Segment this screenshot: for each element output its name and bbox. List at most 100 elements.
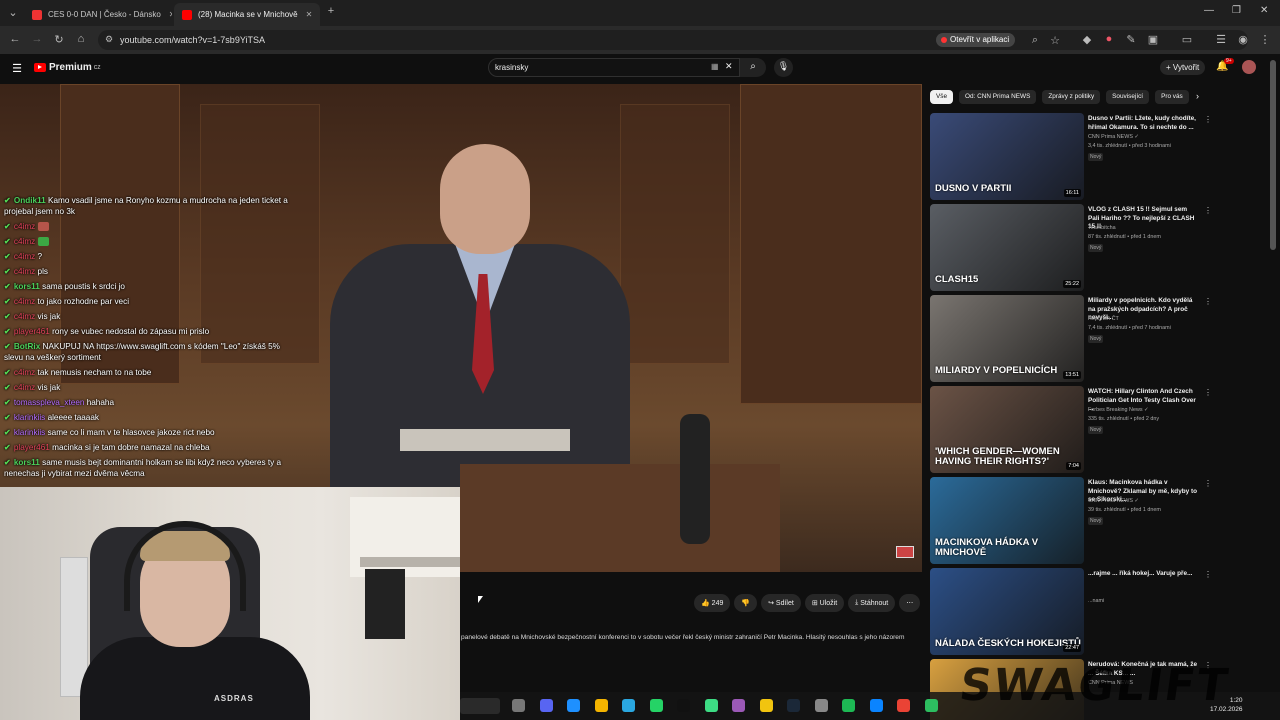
chip-politics[interactable]: Zprávy z politiky	[1042, 90, 1101, 104]
extension-icon[interactable]: ✎	[1124, 33, 1138, 46]
chat-username[interactable]: player461	[14, 327, 50, 336]
taskbar-app-icon[interactable]	[594, 699, 608, 712]
taskbar-app-icon[interactable]	[512, 699, 525, 712]
tab-list-icon[interactable]: ⌄	[6, 6, 20, 19]
dislike-button[interactable]: 👎	[734, 594, 758, 612]
save-button[interactable]: ⊞ Uložit	[804, 594, 845, 612]
taskbar-app-icon[interactable]	[567, 699, 580, 712]
chat-username[interactable]: klarinkiis	[14, 428, 45, 437]
video-thumbnail[interactable]: MILIARDY V POPELNICÍCH 13:51	[930, 295, 1084, 382]
chips-next-icon[interactable]: ›	[1196, 91, 1199, 101]
channel-watermark-icon[interactable]	[896, 546, 914, 558]
like-button[interactable]: 👍 249	[694, 594, 731, 612]
recommended-video[interactable]: 'WHICH GENDER—WOMEN HAVING THEIR RIGHTS?…	[930, 386, 1220, 473]
new-tab-icon[interactable]: +	[324, 5, 338, 17]
zoom-icon[interactable]: ⌕	[1028, 34, 1042, 47]
scrollbar[interactable]	[1270, 60, 1276, 250]
extension-icon[interactable]: ◆	[1080, 33, 1094, 46]
video-thumbnail[interactable]: 'WHICH GENDER—WOMEN HAVING THEIR RIGHTS?…	[930, 386, 1084, 473]
chat-username[interactable]: c4imz	[14, 297, 35, 306]
video-thumbnail[interactable]: MACINKOVA HÁDKA V MNICHOVĚ	[930, 477, 1084, 564]
forward-icon[interactable]: →	[30, 33, 44, 45]
video-description[interactable]: panelové debatě na Mnichovské bezpečnost…	[461, 634, 921, 641]
video-thumbnail[interactable]: DUSNO V PARTII 16:11	[930, 113, 1084, 200]
chat-username[interactable]: BotRix	[14, 342, 40, 351]
video-title[interactable]: Dusno v Partii: Lžete, kudy chodíte, hří…	[1088, 115, 1200, 132]
avatar[interactable]	[1242, 60, 1256, 74]
taskbar-app-icon[interactable]	[869, 699, 883, 712]
channel-name[interactable]: CNN Prima NEWS ✓	[1088, 134, 1139, 140]
taskbar-app-icon[interactable]	[924, 699, 938, 712]
taskbar-app-icon[interactable]	[759, 699, 773, 712]
extensions-puzzle-icon[interactable]: ▣	[1146, 33, 1160, 46]
search-button[interactable]: ⌕	[740, 58, 766, 77]
taskbar-search[interactable]	[460, 698, 500, 714]
chat-username[interactable]: player461	[14, 443, 50, 452]
channel-name[interactable]: Forbes Breaking News ✓	[1088, 407, 1149, 413]
recommended-video[interactable]: MILIARDY V POPELNICÍCH 13:51 Miliardy v po…	[930, 295, 1220, 382]
chat-username[interactable]: Ondik11	[14, 196, 46, 205]
chat-username[interactable]: kors11	[14, 282, 40, 291]
more-options-icon[interactable]: ⋮	[1204, 206, 1212, 215]
youtube-logo[interactable]: Premium CZ	[34, 62, 100, 73]
close-tab-icon[interactable]: ✕	[298, 10, 313, 19]
taskbar-app-icon[interactable]	[732, 699, 745, 712]
clear-search-icon[interactable]: ✕	[725, 61, 733, 72]
more-options-icon[interactable]: ⋮	[1204, 297, 1212, 306]
recommended-video[interactable]: CLASH15 25:22 VLOG z CLASH 15 !! Sejmul se…	[930, 204, 1220, 291]
share-button[interactable]: ↪ Sdílet	[761, 594, 801, 612]
video-thumbnail[interactable]: NÁLADA ČESKÝCH HOKEJISTŮ 22:47	[930, 568, 1084, 655]
taskbar-app-icon[interactable]	[704, 699, 718, 712]
taskbar-app-icon[interactable]	[787, 699, 800, 712]
chat-username[interactable]: c4imz	[14, 222, 35, 231]
more-options-icon[interactable]: ⋮	[1204, 479, 1212, 488]
search-input[interactable]: krasinsky ▦ ✕	[488, 58, 740, 77]
sidebar-icon[interactable]: ▭	[1180, 33, 1194, 46]
tab-search-icon[interactable]: ☰	[1214, 33, 1228, 46]
browser-menu-icon[interactable]: ⋮	[1258, 33, 1272, 46]
chip-all[interactable]: Vše	[930, 90, 954, 104]
more-options-icon[interactable]: ⋮	[1204, 388, 1212, 397]
chat-username[interactable]: c4imz	[14, 368, 35, 377]
browser-tab[interactable]: CES 0-0 DAN | Česko - Dánsko ✕	[24, 3, 172, 26]
site-info-icon[interactable]: ⚙	[102, 34, 116, 45]
chip-for-you[interactable]: Pro vás	[1155, 90, 1189, 104]
back-icon[interactable]: ←	[8, 33, 22, 45]
profile-avatar-icon[interactable]: ◉	[1236, 33, 1250, 46]
taskbar-app-icon[interactable]	[677, 699, 690, 712]
chat-username[interactable]: c4imz	[14, 383, 35, 392]
open-in-app-button[interactable]: Otevřít v aplikaci	[936, 33, 1016, 47]
recommended-video[interactable]: NÁLADA ČESKÝCH HOKEJISTŮ 22:47 ...rajme ..…	[930, 568, 1220, 655]
browser-tab-active[interactable]: (28) Macinka se v Mnichově ✕	[174, 3, 320, 26]
reload-icon[interactable]: ↻	[52, 33, 66, 46]
chip-channel[interactable]: Od: CNN Prima NEWS	[959, 90, 1037, 104]
chip-related[interactable]: Související	[1106, 90, 1150, 104]
chat-username[interactable]: c4imz	[14, 267, 35, 276]
taskbar-app-icon[interactable]	[622, 699, 635, 712]
video-thumbnail[interactable]: CLASH15 25:22	[930, 204, 1084, 291]
taskbar-app-icon[interactable]	[842, 699, 855, 712]
create-button[interactable]: + Vytvořit	[1160, 60, 1206, 75]
chat-username[interactable]: c4imz	[14, 237, 35, 246]
home-icon[interactable]: ⌂	[74, 33, 88, 45]
taskbar-app-icon[interactable]	[649, 699, 663, 712]
guide-menu-icon[interactable]: ☰	[10, 62, 24, 75]
channel-name[interactable]: Teambitcha	[1088, 225, 1116, 231]
close-tab-icon[interactable]: ✕	[161, 10, 172, 19]
download-button[interactable]: ⤓ Stáhnout	[848, 594, 896, 612]
address-bar[interactable]: ⚙ youtube.com/watch?v=1-7sb9YiTSA Otevří…	[98, 30, 1248, 50]
more-options-icon[interactable]: ⋮	[1204, 115, 1212, 124]
chat-username[interactable]: klarinkiis	[14, 413, 45, 422]
recommended-video[interactable]: MACINKOVA HÁDKA V MNICHOVĚ Klaus: Macinko…	[930, 477, 1220, 564]
bookmark-star-icon[interactable]: ☆	[1048, 34, 1062, 47]
minimize-icon[interactable]: —	[1204, 5, 1214, 16]
taskbar-app-icon[interactable]	[814, 699, 828, 712]
maximize-icon[interactable]: ❐	[1232, 5, 1241, 16]
chat-username[interactable]: c4imz	[14, 252, 35, 261]
taskbar-app-icon[interactable]	[539, 699, 553, 712]
recommended-video[interactable]: DUSNO V PARTII 16:11 Dusno v Partii: Lžete…	[930, 113, 1220, 200]
chat-username[interactable]: tomasspleva_xteen	[14, 398, 85, 407]
chat-username[interactable]: kors11	[14, 458, 40, 467]
more-actions-button[interactable]: ⋯	[899, 594, 921, 612]
channel-name[interactable]: CNN Prima NEWS ✓	[1088, 498, 1139, 504]
